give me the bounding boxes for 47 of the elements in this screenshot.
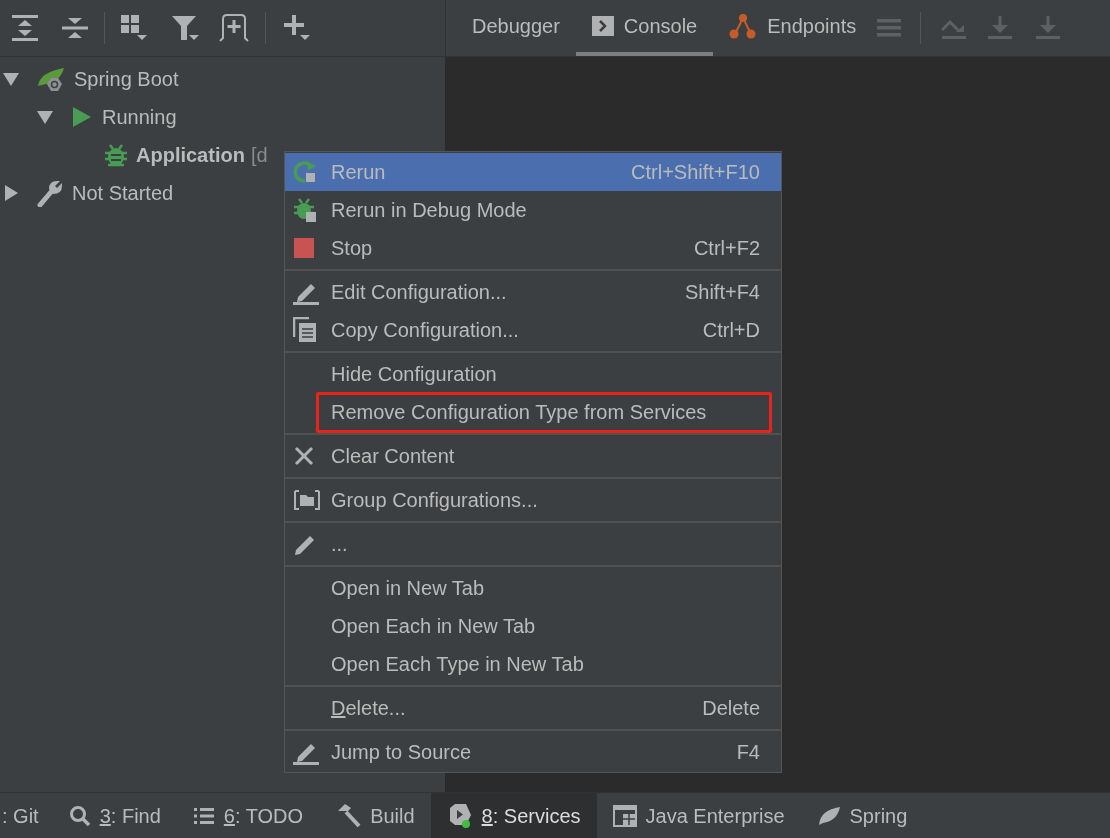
- leaf-icon: [816, 804, 841, 827]
- tree-item-label[interactable]: Running: [102, 102, 177, 132]
- expand-arrow-icon[interactable]: [2, 70, 20, 88]
- list-icon: [192, 805, 215, 826]
- tab[interactable]: Endpoints: [713, 0, 873, 56]
- tree-item-label[interactable]: Application: [136, 140, 245, 170]
- rerun-icon: [293, 160, 317, 184]
- tool-window-button[interactable]: Build: [319, 793, 431, 838]
- menu-item[interactable]: Hide Configuration: [285, 355, 781, 393]
- download-icon: [987, 15, 1014, 41]
- tool-window-button[interactable]: Spring: [800, 793, 924, 838]
- folder-group-icon: [293, 489, 321, 511]
- wrench-icon: [36, 179, 64, 207]
- menu-item[interactable]: Rerun in Debug Mode: [285, 191, 781, 229]
- menu-item[interactable]: ...: [285, 525, 781, 563]
- menu-item[interactable]: Clear Content: [285, 437, 781, 475]
- download-icon: [1035, 15, 1062, 41]
- stop-icon: [293, 237, 315, 259]
- menu-item[interactable]: Group Configurations...: [285, 481, 781, 519]
- debug-rerun-icon: [293, 197, 317, 223]
- tree-item-label[interactable]: Spring Boot: [74, 64, 179, 94]
- menu-icon: [876, 16, 903, 40]
- tree-item-label[interactable]: Not Started: [72, 178, 174, 208]
- expand-arrow-icon[interactable]: [36, 108, 54, 126]
- tab[interactable]: Debugger: [456, 0, 576, 56]
- menu-item[interactable]: Open Each in New Tab: [285, 607, 781, 645]
- search-icon: [68, 804, 91, 827]
- menu-item[interactable]: Edit Configuration... Shift+F4: [285, 273, 781, 311]
- tool-window-button[interactable]: 3: Find: [52, 793, 177, 838]
- tool-window-button[interactable]: 6: TODO: [176, 793, 320, 838]
- menu-item[interactable]: Copy Configuration... Ctrl+D: [285, 311, 781, 349]
- graph-icon: [729, 12, 758, 40]
- close-icon: [293, 445, 315, 467]
- menu-item[interactable]: Delete... Delete: [285, 689, 781, 727]
- menu-item[interactable]: Stop Ctrl+F2: [285, 229, 781, 267]
- tree-item-detail: [d: [250, 143, 268, 168]
- tool-window-button[interactable]: 8: Services: [430, 793, 597, 838]
- tool-window-button[interactable]: : Git: [0, 793, 53, 838]
- table-icon: [612, 804, 637, 827]
- tool-window-button[interactable]: Java Enterprise: [596, 793, 801, 838]
- console-icon: [591, 16, 614, 36]
- copy-icon: [293, 317, 317, 343]
- menu-item[interactable]: Jump to Source F4: [285, 733, 781, 771]
- collapse-arrow-icon[interactable]: [2, 184, 20, 202]
- menu-item[interactable]: Open Each Type in New Tab: [285, 645, 781, 683]
- menu-item[interactable]: Open in New Tab: [285, 569, 781, 607]
- bug-icon: [104, 142, 128, 168]
